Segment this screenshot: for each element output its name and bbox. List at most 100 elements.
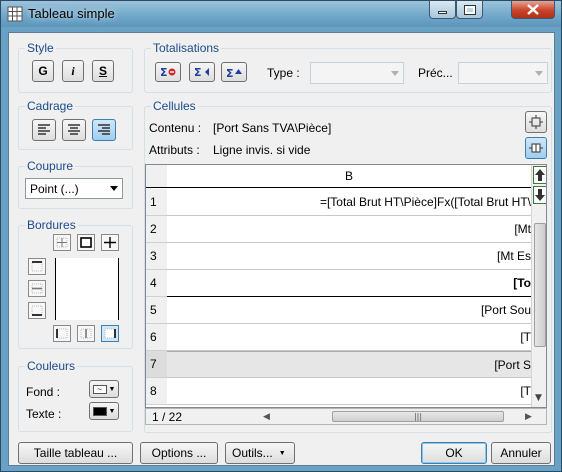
couleurs-group: Couleurs (18, 359, 133, 432)
prec-combo[interactable] (458, 62, 548, 84)
pager-value: 1 / 22 (152, 410, 183, 424)
fond-label: Fond : (26, 385, 61, 399)
cells-grid[interactable]: B 1 =[Total Brut HT\Pièce]Fx([Total Brut … (145, 164, 547, 408)
border-middle-button[interactable] (28, 280, 46, 297)
underline-button[interactable]: S (92, 60, 114, 82)
scroll-down-arrow-icon[interactable]: ▼ (535, 393, 542, 403)
coupure-combo[interactable]: Point (...) (25, 178, 123, 199)
total-up-button[interactable]: Σ (221, 62, 247, 82)
border-right-icon (104, 328, 116, 339)
minimize-button[interactable] (429, 1, 456, 19)
attributs-label: Attributs : (149, 143, 200, 157)
bold-button[interactable]: G (32, 60, 54, 82)
bordures-group-label: Bordures (25, 218, 78, 232)
annuler-button[interactable]: Annuler (491, 442, 551, 464)
row-number[interactable]: 2 (146, 216, 167, 243)
table-cell[interactable]: [To (167, 270, 531, 297)
border-center-icon (80, 328, 92, 339)
totalisations-group: Totalisations Σ Σ Σ Type : Préc... (144, 41, 552, 93)
grid-vertical-scrollbar[interactable]: ▼ (531, 165, 546, 407)
chevron-down-icon (531, 63, 547, 83)
table-cell[interactable]: [Port S (167, 351, 531, 378)
plus-icon (104, 237, 116, 248)
maximize-button[interactable] (456, 1, 483, 19)
table-cell[interactable]: [T (167, 324, 531, 351)
cellules-group-label: Cellules (151, 99, 198, 113)
border-inner-icon (56, 237, 68, 248)
grid-bottom-bar: 1 / 22 ◀ ||| ▶ (145, 408, 547, 425)
border-inner-grid-button[interactable] (53, 234, 71, 251)
svg-text:Σ: Σ (194, 66, 202, 79)
corner-header (146, 165, 167, 188)
table-cell[interactable]: =[Total Brut HT\Pièce]Fx([Total Brut HT\ (167, 189, 531, 216)
row-number[interactable]: 8 (146, 378, 167, 405)
border-left-icon (56, 328, 68, 339)
scroll-left-arrow-icon[interactable]: ◀ (263, 412, 270, 422)
taille-tableau-button[interactable]: Taille tableau ... (18, 442, 133, 464)
border-left-button[interactable] (53, 325, 71, 342)
border-all-button[interactable] (101, 234, 119, 251)
row-number[interactable]: 4 (146, 270, 167, 297)
couleurs-group-label: Couleurs (25, 359, 78, 373)
black-swatch-icon (92, 406, 107, 416)
cell-edit-icon (529, 115, 543, 129)
options-button[interactable]: Options ... (140, 442, 218, 464)
cell-attributes-icon (529, 143, 543, 153)
chevron-down-icon: ▼ (108, 385, 116, 393)
border-outer-button[interactable] (77, 234, 95, 251)
column-header-b[interactable]: B (167, 165, 531, 188)
border-bottom-button[interactable] (28, 302, 46, 319)
sigma-left-icon: Σ (194, 66, 209, 79)
total-remove-button[interactable]: Σ (155, 62, 181, 82)
row-number[interactable]: 6 (146, 324, 167, 351)
move-row-up-button[interactable] (533, 166, 546, 184)
sigma-up-icon: Σ (226, 67, 242, 79)
texte-label: Texte : (26, 407, 62, 421)
table-cell[interactable]: [T (167, 378, 531, 405)
attributs-value: Ligne invis. si vide (213, 143, 311, 157)
type-combo[interactable] (310, 62, 404, 84)
border-top-button[interactable] (28, 258, 46, 275)
table-cell[interactable]: [Mt (167, 216, 531, 243)
sigma-remove-icon: Σ (160, 66, 176, 79)
row-number[interactable]: 3 (146, 243, 167, 270)
coupure-selected: Point (...) (30, 182, 79, 196)
border-right-button[interactable] (101, 325, 119, 342)
texte-color-picker[interactable]: ▼ (89, 402, 119, 420)
style-group: Style G i S (18, 41, 133, 93)
row-number[interactable]: 7 (146, 351, 167, 378)
scroll-right-arrow-icon[interactable]: ▶ (525, 412, 532, 422)
italic-button[interactable]: i (62, 60, 84, 82)
minimize-icon (438, 11, 447, 14)
title-bar[interactable]: Tableau simple (1, 1, 561, 27)
align-right-icon (98, 124, 110, 135)
chevron-down-icon: ▼ (278, 449, 286, 457)
table-cell[interactable]: [Mt Es (167, 243, 531, 270)
row-number[interactable]: 1 (146, 189, 167, 216)
outils-button[interactable]: Outils... ▼ (225, 442, 295, 464)
cell-attributes-button[interactable] (525, 137, 547, 159)
contenu-label: Contenu : (149, 121, 202, 135)
cell-content-button[interactable] (525, 111, 547, 133)
align-left-button[interactable] (32, 119, 56, 141)
style-group-label: Style (25, 41, 56, 55)
align-center-button[interactable] (62, 119, 86, 141)
move-row-down-button[interactable] (533, 186, 546, 204)
border-outer-icon (80, 237, 92, 248)
border-center-button[interactable] (77, 325, 95, 342)
fond-color-picker[interactable]: ~ ▼ (89, 380, 119, 398)
align-right-button[interactable] (92, 119, 116, 141)
ok-button[interactable]: OK (421, 442, 487, 464)
window-title: Tableau simple (28, 6, 115, 21)
prec-label: Préc... (418, 66, 453, 80)
vertical-scroll-thumb[interactable] (534, 223, 546, 347)
close-button[interactable] (511, 1, 555, 19)
svg-text:Σ: Σ (226, 67, 234, 79)
table-cell[interactable]: [Port Sou (167, 297, 531, 324)
total-left-button[interactable]: Σ (189, 62, 215, 82)
totalisations-group-label: Totalisations (151, 41, 222, 55)
row-number[interactable]: 5 (146, 297, 167, 324)
horizontal-scroll-thumb[interactable]: ||| (332, 411, 504, 422)
arrow-up-icon (535, 169, 545, 181)
cadrage-group-label: Cadrage (25, 99, 76, 113)
